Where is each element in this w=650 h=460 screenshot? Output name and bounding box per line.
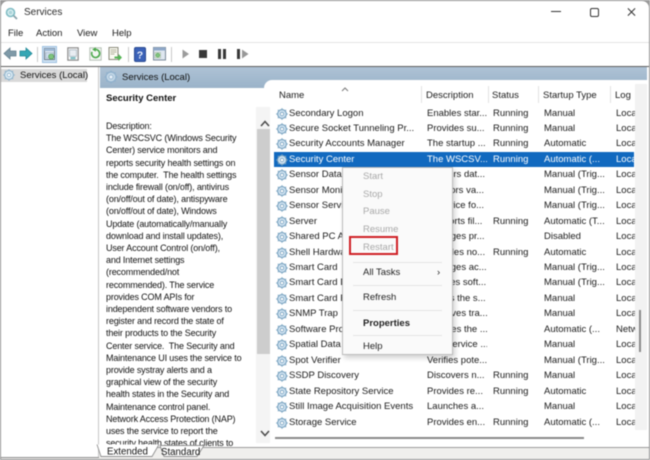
svg-text:Extended: Extended <box>107 447 148 458</box>
svg-text:Standard: Standard <box>161 447 200 458</box>
